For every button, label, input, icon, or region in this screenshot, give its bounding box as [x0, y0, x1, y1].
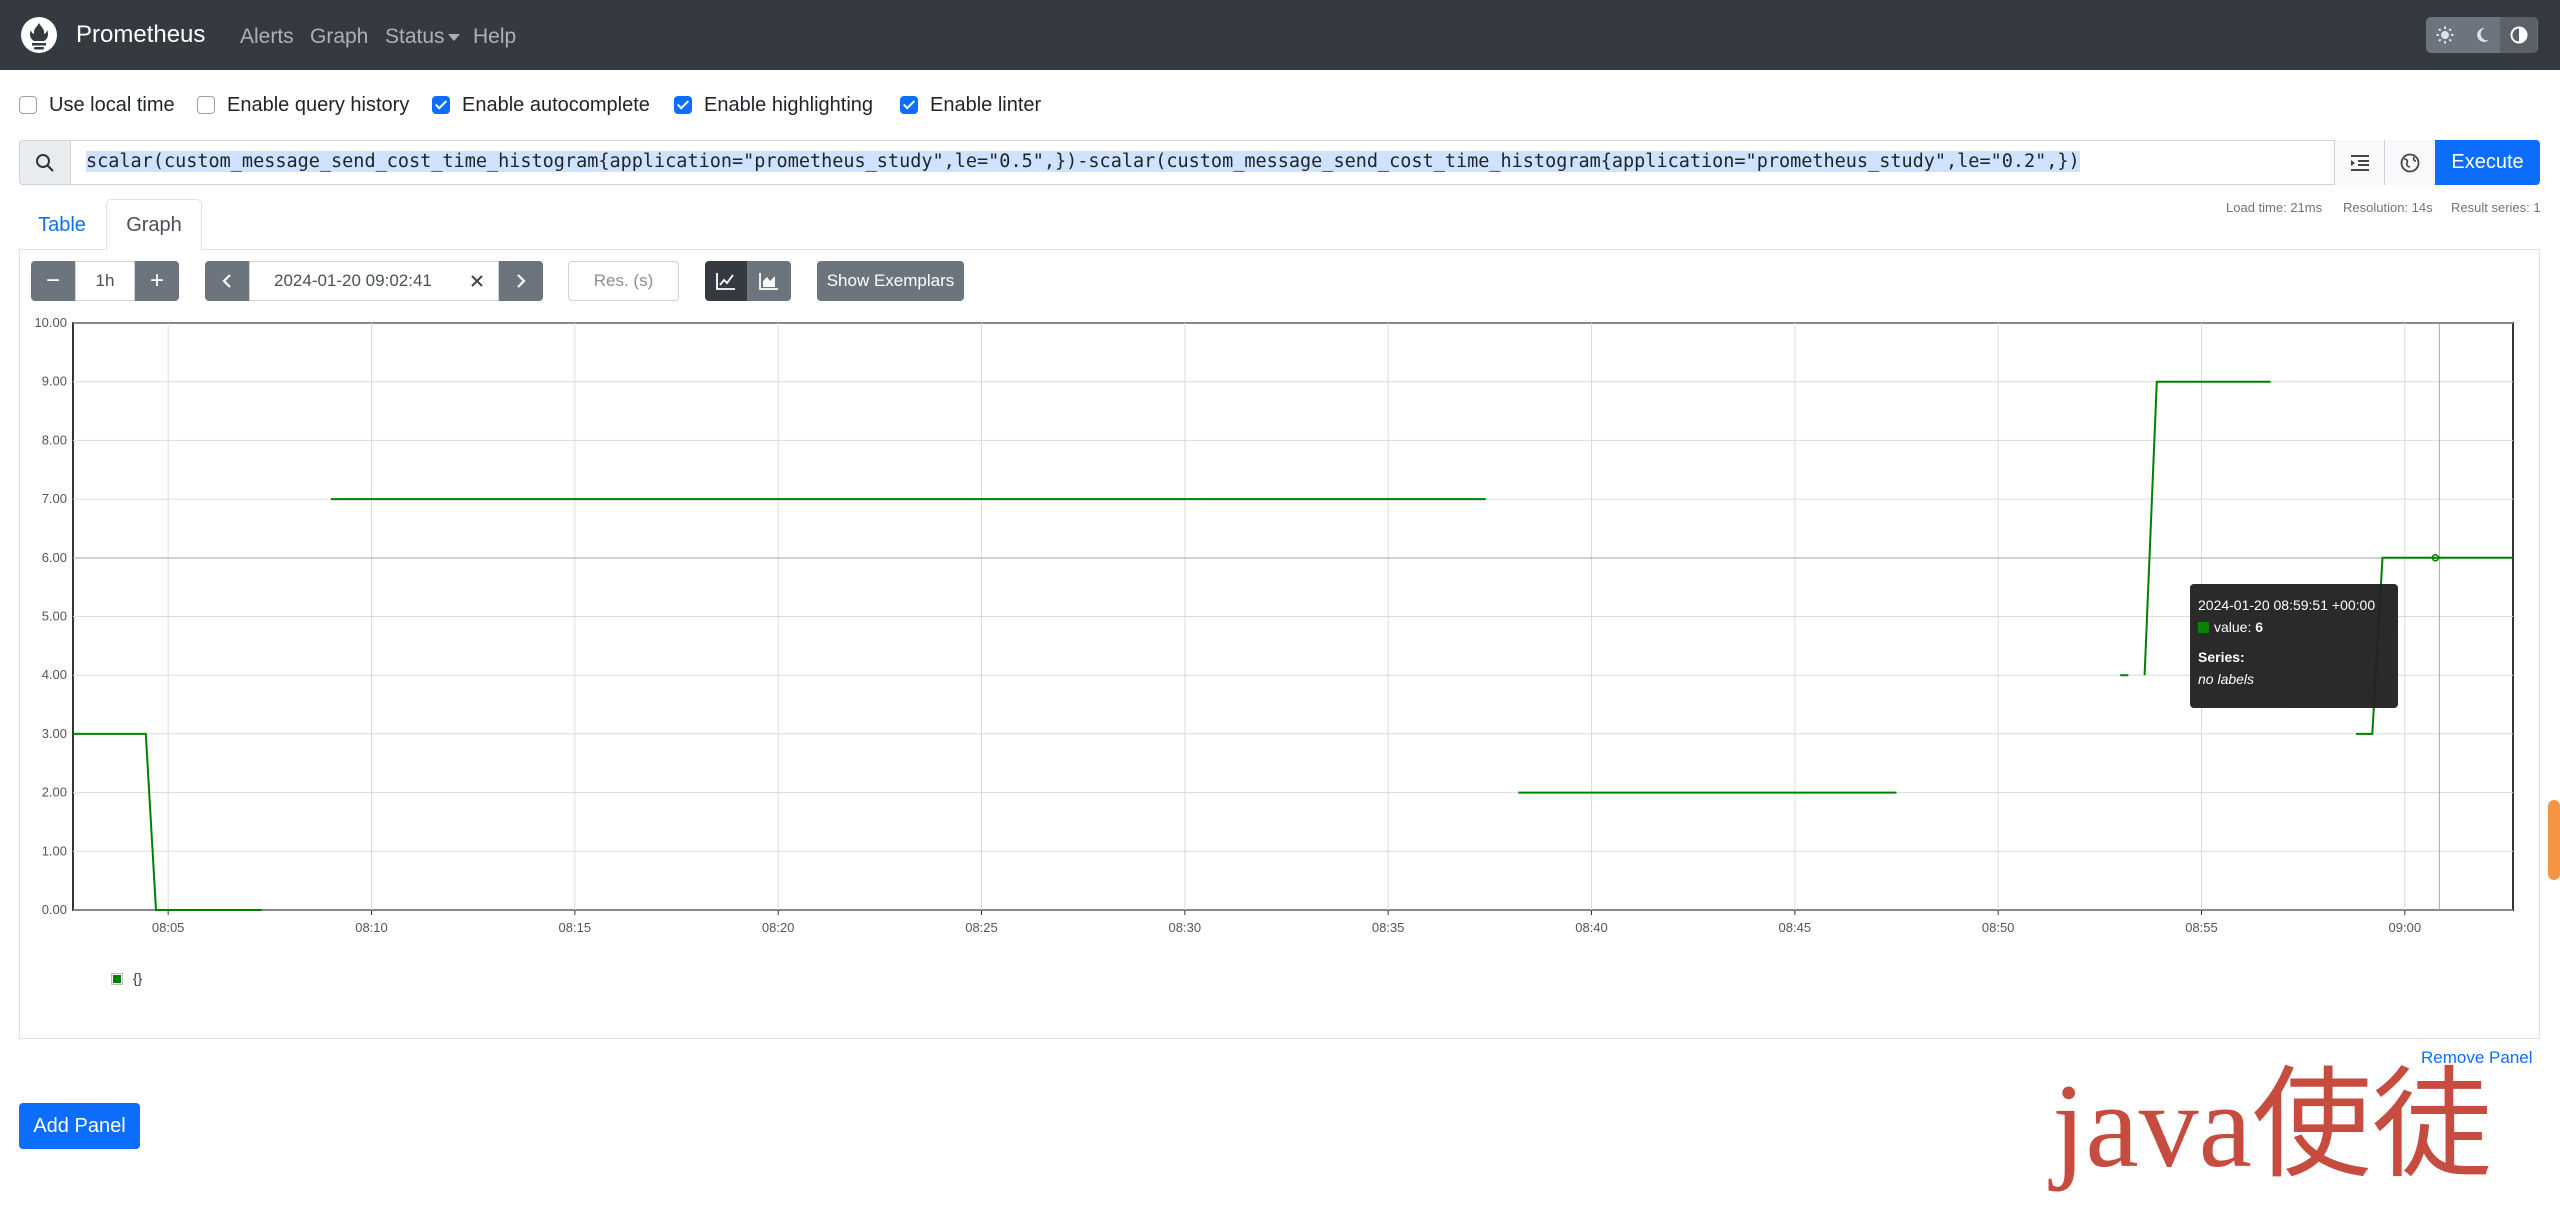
option-linter[interactable]: Enable linter	[900, 92, 1041, 118]
result-series-stat: Result series: 1	[2451, 200, 2541, 215]
legend-item-label[interactable]: {}	[133, 970, 142, 986]
tooltip-series-value: no labels	[2198, 671, 2255, 687]
option-local-time[interactable]: Use local time	[19, 92, 175, 118]
moon-icon	[2476, 27, 2489, 42]
option-highlighting[interactable]: Enable highlighting	[674, 92, 873, 118]
search-icon	[19, 140, 71, 185]
scroll-indicator[interactable]	[2548, 800, 2560, 880]
graph-panel	[19, 249, 2540, 1039]
range-decrease-button[interactable]: −	[31, 261, 75, 301]
query-history-checkbox[interactable]	[197, 96, 215, 114]
stacked-chart-button[interactable]	[747, 261, 791, 301]
chevron-left-icon	[222, 274, 231, 288]
autocomplete-checkbox[interactable]	[432, 96, 450, 114]
light-theme-button[interactable]	[2426, 17, 2463, 53]
tooltip-series-label: Series:	[2198, 649, 2245, 665]
option-query-history[interactable]: Enable query history	[197, 92, 409, 118]
local-time-checkbox[interactable]	[19, 96, 37, 114]
indent-icon	[2350, 154, 2369, 171]
brand-name[interactable]: Prometheus	[76, 20, 205, 50]
option-autocomplete[interactable]: Enable autocomplete	[432, 92, 650, 118]
end-time-forward-button[interactable]	[499, 261, 543, 301]
chevron-down-icon	[447, 33, 460, 41]
tab-graph[interactable]: Graph	[106, 199, 202, 251]
linter-checkbox[interactable]	[900, 96, 918, 114]
chevron-right-icon	[517, 274, 526, 288]
series-color-swatch	[2198, 622, 2209, 633]
hover-tooltip: 2024-01-20 08:59:51 +00:00 value: 6 Seri…	[2190, 584, 2398, 708]
nav-help[interactable]: Help	[473, 24, 516, 50]
tooltip-value: 6	[2255, 619, 2264, 635]
prometheus-logo-icon[interactable]	[20, 16, 58, 54]
nav-status-label: Status	[385, 25, 445, 48]
nav-graph[interactable]: Graph	[310, 24, 368, 50]
legend-swatch[interactable]	[111, 973, 123, 985]
load-time-stat: Load time: 21ms	[2226, 200, 2323, 215]
nav-alerts[interactable]: Alerts	[240, 24, 294, 50]
highlighting-label: Enable highlighting	[704, 93, 874, 116]
navbar	[0, 0, 2560, 70]
area-chart-icon	[759, 273, 778, 290]
query-expression-text: scalar(custom_message_send_cost_time_his…	[86, 151, 2080, 172]
metrics-explorer-button[interactable]	[2384, 140, 2434, 185]
contrast-icon	[2510, 26, 2527, 44]
globe-icon	[2400, 153, 2419, 172]
tab-table[interactable]: Table	[20, 200, 104, 250]
query-expression-input[interactable]: scalar(custom_message_send_cost_time_his…	[86, 150, 2080, 174]
end-time-value: 2024-01-20 09:02:41	[274, 271, 432, 290]
resolution-stat: Resolution: 14s	[2343, 200, 2433, 215]
show-exemplars-button[interactable]: Show Exemplars	[817, 261, 964, 301]
clear-end-time-icon[interactable]	[466, 270, 488, 292]
end-time-back-button[interactable]	[205, 261, 249, 301]
sun-icon	[2436, 26, 2453, 44]
autocomplete-label: Enable autocomplete	[462, 93, 650, 116]
highlighting-checkbox[interactable]	[674, 96, 692, 114]
tooltip-value-label: value:	[2214, 619, 2252, 635]
execute-button[interactable]: Execute	[2435, 140, 2540, 185]
theme-toggle-group	[2426, 17, 2538, 53]
nav-status[interactable]: Status	[385, 24, 460, 50]
query-history-label: Enable query history	[227, 93, 410, 116]
range-input[interactable]: 1h	[75, 261, 135, 301]
local-time-label: Use local time	[49, 93, 175, 116]
format-expression-button[interactable]	[2334, 140, 2384, 185]
dark-theme-button[interactable]	[2463, 17, 2500, 53]
line-chart-button[interactable]	[705, 261, 747, 301]
resolution-input[interactable]: Res. (s)	[568, 261, 679, 301]
end-time-input[interactable]: 2024-01-20 09:02:41	[249, 261, 499, 301]
linter-label: Enable linter	[930, 93, 1042, 116]
range-increase-button[interactable]: +	[135, 261, 179, 301]
line-chart-icon	[716, 273, 735, 290]
tooltip-time: 2024-01-20 08:59:51 +00:00	[2198, 597, 2376, 613]
watermark: java使徒	[2052, 1059, 2492, 1192]
add-panel-button[interactable]: Add Panel	[19, 1103, 140, 1149]
auto-theme-button[interactable]	[2500, 17, 2537, 53]
tooltip-value-row: value: 6	[2198, 616, 2390, 638]
